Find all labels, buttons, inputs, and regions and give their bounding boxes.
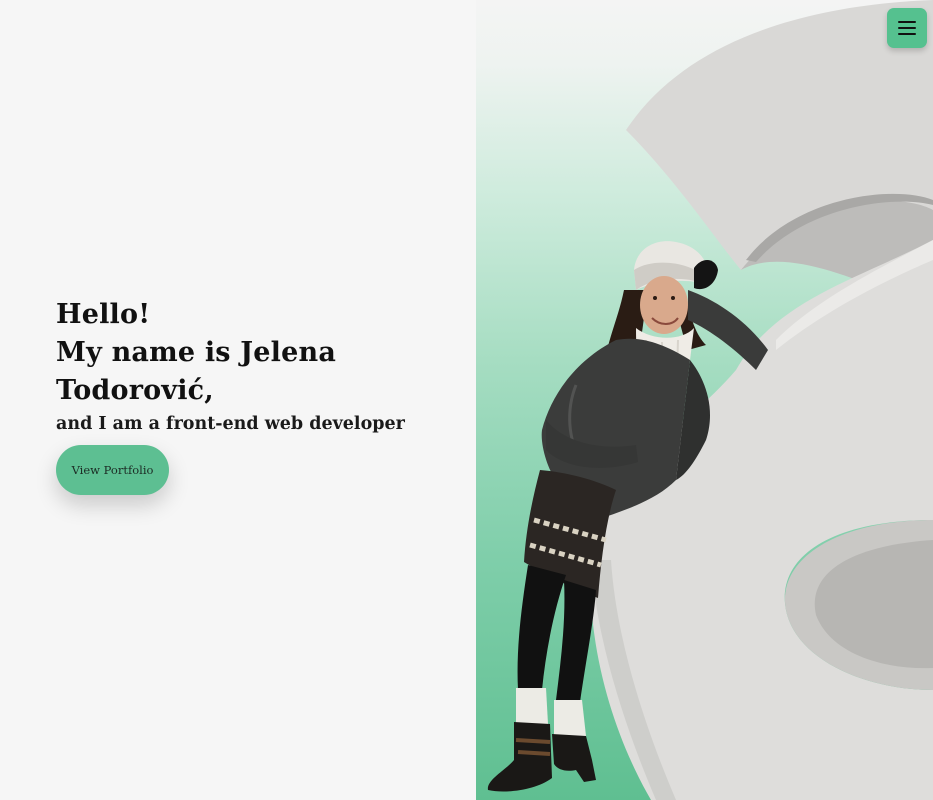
hero-section: Hello! My name is Jelena Todorović, and …: [0, 0, 933, 800]
hero-photo-panel: [476, 0, 933, 800]
hero-greeting: Hello! My name is Jelena Todorović,: [56, 296, 456, 410]
hamburger-menu-icon: [898, 19, 916, 37]
menu-button[interactable]: [887, 8, 927, 48]
hero-photo: [487, 0, 933, 800]
greeting-surname: Todorović,: [56, 375, 214, 406]
greeting-name-line: My name is Jelena: [56, 337, 337, 368]
view-portfolio-button[interactable]: View Portfolio: [56, 445, 169, 495]
hero-text-panel: Hello! My name is Jelena Todorović, and …: [0, 0, 476, 800]
hero-intro: Hello! My name is Jelena Todorović, and …: [56, 296, 456, 436]
greeting-hello: Hello!: [56, 299, 151, 330]
hero-tagline: and I am a front-end web developer: [56, 414, 405, 434]
